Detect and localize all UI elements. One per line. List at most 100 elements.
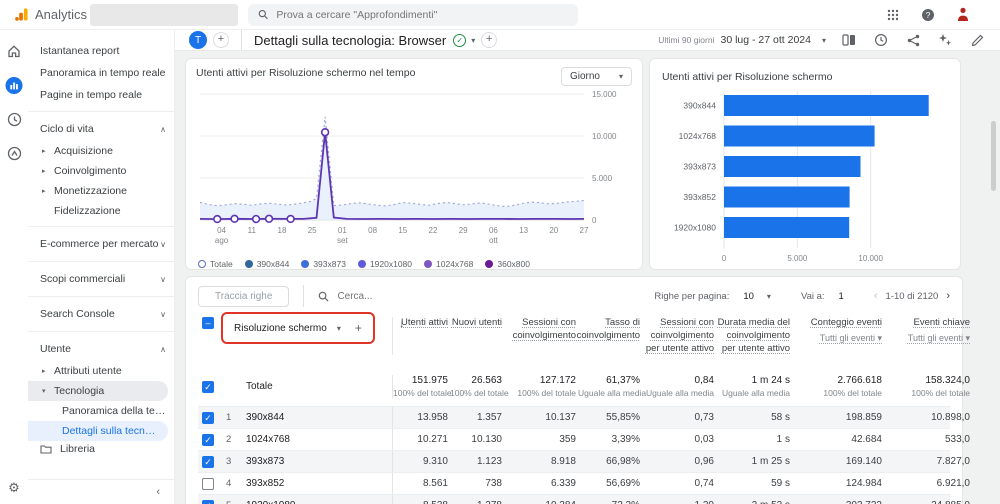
chevron-down-icon: ∨: [160, 309, 166, 319]
row-checkbox[interactable]: [202, 477, 214, 490]
edit-pencil-icon[interactable]: [968, 31, 986, 49]
sidebar-item-tecnologia[interactable]: ▾ Tecnologia: [28, 381, 168, 401]
legend-item-393x873[interactable]: 393x873: [301, 259, 346, 269]
report-collection-avatar[interactable]: T: [189, 31, 207, 49]
sidebar-item-panoramica-della-tecnologia[interactable]: Panoramica della tecnologia: [28, 401, 174, 421]
legend-item-360x800[interactable]: 360x800: [485, 259, 530, 269]
date-range-picker[interactable]: Ultimi 90 giorni 30 lug - 27 ott 2024 ▾: [658, 34, 826, 46]
dimension-selector-annotated[interactable]: Risoluzione schermo ▾ +: [221, 312, 375, 344]
metric-cell: 59 s: [771, 478, 790, 490]
reports-icon-active[interactable]: [5, 76, 23, 94]
table-search-input[interactable]: [337, 290, 488, 302]
row-checkbox[interactable]: ✓: [202, 455, 214, 468]
sidebar-item-pagine-in-tempo-reale[interactable]: Pagine in tempo reale: [28, 84, 174, 106]
nav-list: Istantanea report Panoramica in tempo rea…: [28, 40, 174, 441]
add-dimension-icon[interactable]: +: [355, 321, 362, 335]
plot-rows-button[interactable]: Traccia righe: [198, 285, 290, 307]
sidebar-item-panoramica-in-tempo-reale[interactable]: Panoramica in tempo reale: [28, 62, 174, 84]
select-all-checkbox[interactable]: –: [202, 317, 214, 329]
table-row-390x844[interactable]: ✓ 1 390x844 13.958 1.357 10.137 55,85% 0,73 58 s…: [198, 406, 970, 429]
column-header-7[interactable]: Conteggio eventi Tutti gli eventi ▾: [792, 317, 884, 344]
sidebar-item-search-console[interactable]: Search Console ∨: [28, 302, 174, 326]
nav-item-label: Fidelizzazione: [54, 205, 121, 217]
table-row-393x873[interactable]: ✓ 3 393x873 9.310 1.123 8.918 66,98% 0,96 1 m 25…: [198, 450, 970, 473]
row-checkbox[interactable]: ✓: [202, 499, 214, 504]
svg-text:01: 01: [338, 226, 347, 235]
total-cell: 158.324,0 100% del totale: [911, 375, 970, 399]
column-header-5[interactable]: Sessioni con coinvolgimento per utente a…: [642, 317, 716, 355]
svg-text:10.000: 10.000: [858, 254, 883, 263]
admin-gear-icon[interactable]: ⚙: [8, 480, 20, 496]
divider: [241, 30, 242, 50]
insights-sparkle-icon[interactable]: [936, 31, 954, 49]
rows-per-page-value[interactable]: 10: [743, 291, 754, 302]
column-header-3[interactable]: Sessioni con coinvolgimento: [504, 317, 578, 343]
next-page-icon[interactable]: ›: [946, 290, 950, 302]
sidebar-item-istantanea-report[interactable]: Istantanea report: [28, 40, 174, 62]
sidebar-item-acquisizione[interactable]: ▸ Acquisizione: [28, 141, 174, 161]
sidebar-item-e-commerce-per-mercato[interactable]: E-commerce per mercato ∨: [28, 232, 174, 256]
sidebar-item-ciclo-di-vita[interactable]: Ciclo di vita ∧: [28, 117, 174, 141]
row-checkbox[interactable]: ✓: [202, 433, 214, 446]
share-icon[interactable]: [904, 31, 922, 49]
column-header-2[interactable]: Nuovi utenti: [450, 317, 504, 330]
legend-item-390x844[interactable]: 390x844: [244, 259, 289, 269]
advertising-icon[interactable]: [5, 144, 23, 162]
collapse-sidebar-button[interactable]: ‹: [28, 479, 174, 504]
row-checkbox[interactable]: ✓: [202, 411, 214, 424]
apps-grid-icon[interactable]: [884, 6, 902, 24]
nav-divider: [28, 261, 174, 262]
svg-text:393x852: 393x852: [683, 192, 716, 202]
metric-cell: 1.278: [450, 500, 504, 504]
user-avatar[interactable]: [954, 6, 972, 24]
title-dropdown-caret-icon[interactable]: ▾: [471, 36, 475, 45]
column-header-4[interactable]: Tasso di coinvolgimento: [577, 317, 642, 343]
granularity-select[interactable]: Giorno ▾: [560, 67, 632, 86]
analytics-logo[interactable]: Analytics: [0, 7, 88, 22]
sidebar-item-utente[interactable]: Utente ∧: [28, 337, 174, 361]
dimension-value: 390x844: [246, 412, 285, 424]
folder-icon: [40, 445, 52, 454]
insights-clock-icon[interactable]: [872, 31, 890, 49]
sidebar-item-library[interactable]: Libreria: [28, 435, 174, 463]
vertical-scrollbar[interactable]: [991, 121, 996, 191]
home-icon[interactable]: [5, 42, 23, 60]
realtime-icon[interactable]: [5, 110, 23, 128]
sidebar-item-scopi-commerciali[interactable]: Scopi commerciali ∨: [28, 267, 174, 291]
add-report-button[interactable]: +: [481, 32, 498, 48]
legend-item-1920x1080[interactable]: 1920x1080: [357, 259, 412, 269]
metric-cell: 303.722: [792, 500, 884, 504]
nav-divider: [28, 111, 174, 112]
column-header-1[interactable]: ↓ Utenti attivi: [392, 317, 450, 356]
column-header-8[interactable]: Eventi chiave Tutti gli eventi ▾: [884, 317, 972, 344]
pagination-range: 1-10 di 2120: [885, 290, 939, 302]
global-search[interactable]: [248, 3, 578, 26]
svg-text:10.000: 10.000: [592, 132, 617, 141]
column-header-6[interactable]: Durata media del coinvolgimento per uten…: [716, 317, 792, 355]
go-to-value[interactable]: 1: [839, 291, 844, 302]
table-row-1920x1080[interactable]: ✓ 51920x10808.5381.27810.28472,2%1,202 m …: [198, 494, 970, 504]
table-row-393x852[interactable]: 4 393x852 8.561 738 6.339 56,69% 0,74 59 s 124.9…: [198, 472, 970, 495]
rows-per-page-caret-icon[interactable]: ▾: [767, 292, 771, 301]
event-filter-dropdown[interactable]: Tutti gli eventi ▾: [908, 332, 970, 344]
sidebar-item-coinvolgimento[interactable]: ▸ Coinvolgimento: [28, 161, 174, 181]
add-collection-button[interactable]: +: [213, 32, 229, 48]
sidebar-item-fidelizzazione[interactable]: Fidelizzazione: [28, 201, 174, 221]
event-filter-dropdown[interactable]: Tutti gli eventi ▾: [820, 332, 882, 344]
library-label: Libreria: [60, 443, 96, 455]
saved-check-badge-icon: ✓: [453, 33, 467, 47]
sidebar-item-attributi-utente[interactable]: ▸ Attributi utente: [28, 361, 174, 381]
compare-icon[interactable]: [840, 31, 858, 49]
table-search[interactable]: [318, 290, 518, 302]
help-icon[interactable]: ?: [919, 6, 937, 24]
prev-page-icon[interactable]: ‹: [874, 290, 878, 302]
table-row-1024x768[interactable]: ✓ 2 1024x768 10.271 10.130 359 3,39% 0,03 1 s 42.…: [198, 428, 970, 451]
legend-item-1024x768[interactable]: 1024x768: [424, 259, 473, 269]
metric-cell: 169.140: [845, 456, 882, 468]
legend-item-totale[interactable]: Totale: [198, 259, 233, 269]
row-checkbox[interactable]: ✓: [202, 380, 214, 393]
sidebar-item-monetizzazione[interactable]: ▸ Monetizzazione: [28, 181, 174, 201]
search-input[interactable]: [276, 8, 568, 21]
account-selector-redacted[interactable]: [90, 3, 238, 26]
page-title: Dettagli sulla tecnologia: Browser: [254, 32, 447, 48]
